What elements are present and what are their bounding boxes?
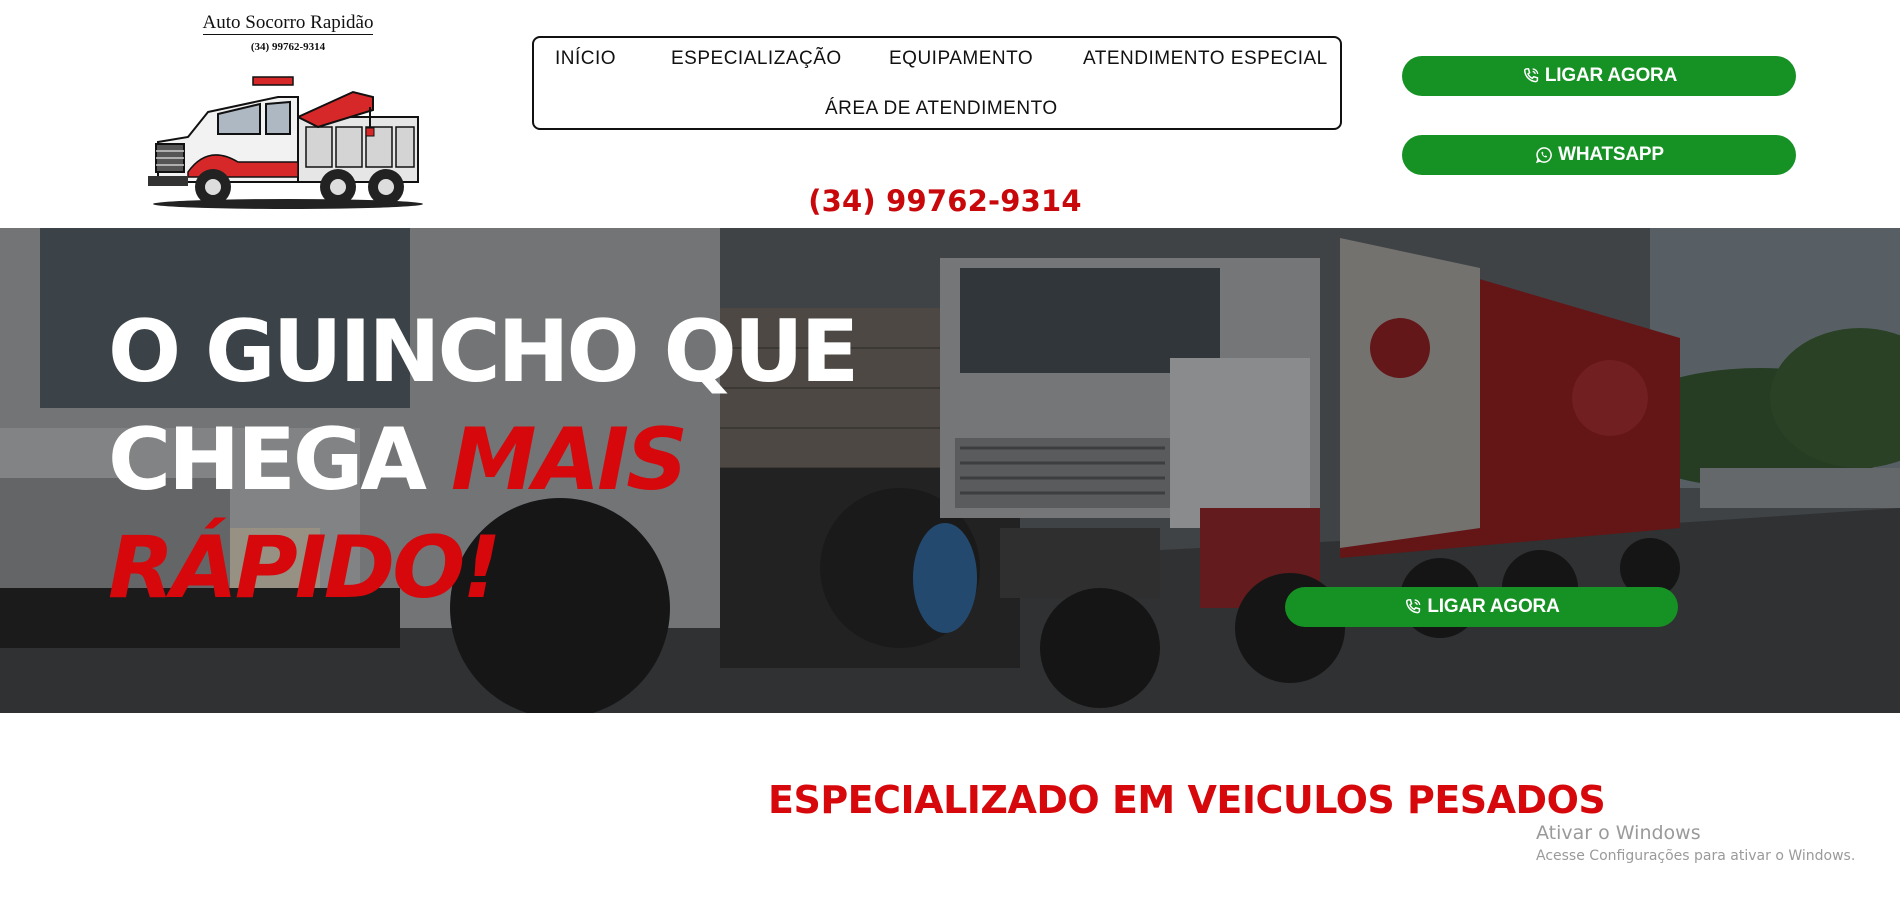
windows-activation-subtitle: Acesse Configurações para ativar o Windo… xyxy=(1536,848,1856,864)
nav-item-equipamento[interactable]: EQUIPAMENTO xyxy=(889,48,1033,70)
hero-title-line1: O GUINCHO QUE xyxy=(108,302,859,402)
hero-title-rapido: RÁPIDO! xyxy=(108,518,502,618)
main-nav: INÍCIO ESPECIALIZAÇÃO EQUIPAMENTO ATENDI… xyxy=(532,36,1342,130)
hero-call-now-button[interactable]: LIGAR AGORA xyxy=(1285,587,1678,627)
windows-activation-title: Ativar o Windows xyxy=(1536,822,1701,844)
windows-activation-watermark: Ativar o Windows Acesse Configurações pa… xyxy=(1536,822,1855,864)
hero-title-chega: CHEGA xyxy=(108,410,451,510)
phone-icon xyxy=(1406,599,1421,614)
nav-item-area-de-atendimento[interactable]: ÁREA DE ATENDIMENTO xyxy=(825,98,1058,120)
logo-brand-name: Auto Socorro Rapidão xyxy=(202,12,374,35)
nav-item-inicio[interactable]: INÍCIO xyxy=(555,48,616,70)
logo-phone: (34) 99762-9314 xyxy=(250,41,326,53)
nav-item-atendimento-especial[interactable]: ATENDIMENTO ESPECIAL xyxy=(1083,48,1328,70)
phone-icon xyxy=(1523,68,1539,83)
hero-title: O GUINCHO QUE CHEGA MAIS RÁPIDO! xyxy=(108,298,988,622)
tow-truck-icon xyxy=(148,76,423,209)
nav-item-especializacao[interactable]: ESPECIALIZAÇÃO xyxy=(671,48,842,70)
hero-banner: O GUINCHO QUE CHEGA MAIS RÁPIDO! LIGAR A… xyxy=(0,228,1900,713)
hero-call-now-label: LIGAR AGORA xyxy=(1427,596,1560,617)
whatsapp-label: WHATSAPP xyxy=(1558,144,1664,165)
section-title: ESPECIALIZADO EM VEICULOS PESADOS xyxy=(768,778,1606,822)
whatsapp-button[interactable]: WHATSAPP xyxy=(1402,135,1796,175)
header-phone[interactable]: (34) 99762-9314 xyxy=(805,184,1085,218)
hero-title-mais: MAIS xyxy=(450,410,688,510)
hero-title-line2: CHEGA MAIS xyxy=(108,406,988,514)
call-now-button[interactable]: LIGAR AGORA xyxy=(1402,56,1796,96)
whatsapp-icon xyxy=(1536,147,1552,164)
call-now-label: LIGAR AGORA xyxy=(1544,65,1678,86)
logo[interactable]: Auto Socorro Rapidão (34) 99762-9314 xyxy=(148,12,428,209)
